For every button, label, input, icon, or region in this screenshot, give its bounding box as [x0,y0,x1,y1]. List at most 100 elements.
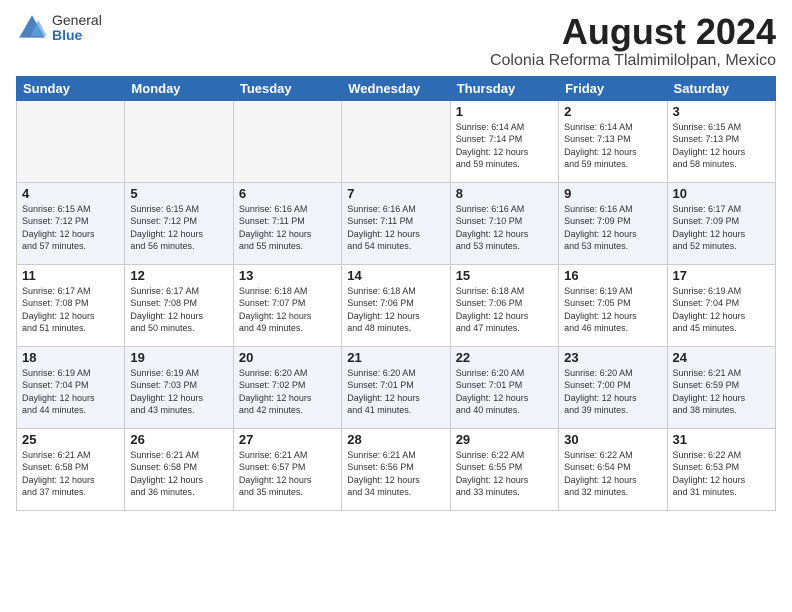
day-cell: 18Sunrise: 6:19 AM Sunset: 7:04 PM Dayli… [17,346,125,428]
day-info: Sunrise: 6:22 AM Sunset: 6:55 PM Dayligh… [456,449,553,499]
day-number: 20 [239,350,336,365]
day-number: 8 [456,186,553,201]
day-number: 21 [347,350,444,365]
day-number: 5 [130,186,227,201]
day-number: 11 [22,268,119,283]
day-info: Sunrise: 6:21 AM Sunset: 6:56 PM Dayligh… [347,449,444,499]
day-number: 2 [564,104,661,119]
day-number: 17 [673,268,770,283]
day-cell: 10 Sunrise: 6:17 AM Sunset: 7:09 PM Dayli… [667,182,775,264]
day-info: Sunrise: 6:20 AM Sunset: 7:00 PM Dayligh… [564,367,661,417]
day-number: 23 [564,350,661,365]
title-block: August 2024 Colonia Reforma Tlalmimilolp… [490,12,776,70]
day-info: Sunrise: 6:21 AM Sunset: 6:59 PM Dayligh… [673,367,770,417]
day-number: 3 [673,104,770,119]
header-row: SundayMondayTuesdayWednesdayThursdayFrid… [17,76,776,100]
day-cell: 4 Sunrise: 6:15 AM Sunset: 7:12 PM Daylig… [17,182,125,264]
day-number: 16 [564,268,661,283]
day-info: Sunrise: 6:20 AM Sunset: 7:01 PM Dayligh… [456,367,553,417]
day-cell: 20 Sunrise: 6:20 AM Sunset: 7:02 PM Dayli… [233,346,341,428]
day-info: Sunrise: 6:15 AM Sunset: 7:13 PM Dayligh… [673,121,770,171]
day-number: 14 [347,268,444,283]
day-number: 9 [564,186,661,201]
day-cell: 29 Sunrise: 6:22 AM Sunset: 6:55 PM Dayli… [450,428,558,510]
week-row-2: 4 Sunrise: 6:15 AM Sunset: 7:12 PM Daylig… [17,182,776,264]
day-cell: 19 Sunrise: 6:19 AM Sunset: 7:03 PM Dayli… [125,346,233,428]
day-cell: 6 Sunrise: 6:16 AM Sunset: 7:11 PM Daylig… [233,182,341,264]
day-info: Sunrise: 6:21 AM Sunset: 6:57 PM Dayligh… [239,449,336,499]
day-info: Sunrise: 6:19 AM Sunset: 7:03 PM Dayligh… [130,367,227,417]
day-cell [342,100,450,182]
day-cell: 11 Sunrise: 6:17 AM Sunset: 7:08 PM Dayli… [17,264,125,346]
page: General Blue August 2024 Colonia Reforma… [0,0,792,519]
day-info: Sunrise: 6:20 AM Sunset: 7:01 PM Dayligh… [347,367,444,417]
day-number: 10 [673,186,770,201]
day-number: 4 [22,186,119,201]
day-cell: 7 Sunrise: 6:16 AM Sunset: 7:11 PM Daylig… [342,182,450,264]
day-cell: 13Sunrise: 6:18 AM Sunset: 7:07 PM Dayli… [233,264,341,346]
week-row-5: 25Sunrise: 6:21 AM Sunset: 6:58 PM Dayli… [17,428,776,510]
day-number: 26 [130,432,227,447]
day-number: 30 [564,432,661,447]
day-info: Sunrise: 6:19 AM Sunset: 7:04 PM Dayligh… [22,367,119,417]
day-cell: 3 Sunrise: 6:15 AM Sunset: 7:13 PM Daylig… [667,100,775,182]
day-cell: 15Sunrise: 6:18 AM Sunset: 7:06 PM Dayli… [450,264,558,346]
day-cell [125,100,233,182]
day-cell: 21 Sunrise: 6:20 AM Sunset: 7:01 PM Dayli… [342,346,450,428]
logo-blue: Blue [52,28,102,43]
day-cell: 2 Sunrise: 6:14 AM Sunset: 7:13 PM Daylig… [559,100,667,182]
day-info: Sunrise: 6:20 AM Sunset: 7:02 PM Dayligh… [239,367,336,417]
day-number: 19 [130,350,227,365]
day-info: Sunrise: 6:19 AM Sunset: 7:04 PM Dayligh… [673,285,770,335]
location: Colonia Reforma Tlalmimilolpan, Mexico [490,52,776,70]
day-cell: 8 Sunrise: 6:16 AM Sunset: 7:10 PM Daylig… [450,182,558,264]
day-info: Sunrise: 6:15 AM Sunset: 7:12 PM Dayligh… [22,203,119,253]
col-header-sunday: Sunday [17,76,125,100]
day-info: Sunrise: 6:16 AM Sunset: 7:11 PM Dayligh… [347,203,444,253]
day-info: Sunrise: 6:15 AM Sunset: 7:12 PM Dayligh… [130,203,227,253]
day-info: Sunrise: 6:16 AM Sunset: 7:09 PM Dayligh… [564,203,661,253]
day-number: 12 [130,268,227,283]
day-info: Sunrise: 6:14 AM Sunset: 7:13 PM Dayligh… [564,121,661,171]
month-year: August 2024 [490,12,776,52]
day-cell: 1Sunrise: 6:14 AM Sunset: 7:14 PM Daylig… [450,100,558,182]
col-header-friday: Friday [559,76,667,100]
day-cell [233,100,341,182]
day-number: 28 [347,432,444,447]
col-header-tuesday: Tuesday [233,76,341,100]
logo-icon [16,12,48,44]
day-info: Sunrise: 6:17 AM Sunset: 7:08 PM Dayligh… [22,285,119,335]
col-header-thursday: Thursday [450,76,558,100]
day-info: Sunrise: 6:21 AM Sunset: 6:58 PM Dayligh… [22,449,119,499]
day-cell: 12 Sunrise: 6:17 AM Sunset: 7:08 PM Dayli… [125,264,233,346]
day-cell: 25Sunrise: 6:21 AM Sunset: 6:58 PM Dayli… [17,428,125,510]
calendar-table: SundayMondayTuesdayWednesdayThursdayFrid… [16,76,776,511]
day-info: Sunrise: 6:16 AM Sunset: 7:11 PM Dayligh… [239,203,336,253]
col-header-saturday: Saturday [667,76,775,100]
day-cell [17,100,125,182]
day-cell: 31 Sunrise: 6:22 AM Sunset: 6:53 PM Dayli… [667,428,775,510]
day-info: Sunrise: 6:16 AM Sunset: 7:10 PM Dayligh… [456,203,553,253]
day-number: 29 [456,432,553,447]
day-cell: 24 Sunrise: 6:21 AM Sunset: 6:59 PM Dayli… [667,346,775,428]
day-number: 7 [347,186,444,201]
day-info: Sunrise: 6:22 AM Sunset: 6:54 PM Dayligh… [564,449,661,499]
day-info: Sunrise: 6:22 AM Sunset: 6:53 PM Dayligh… [673,449,770,499]
logo-general: General [52,13,102,28]
week-row-1: 1Sunrise: 6:14 AM Sunset: 7:14 PM Daylig… [17,100,776,182]
logo: General Blue [16,12,102,44]
day-info: Sunrise: 6:14 AM Sunset: 7:14 PM Dayligh… [456,121,553,171]
day-number: 6 [239,186,336,201]
day-info: Sunrise: 6:17 AM Sunset: 7:09 PM Dayligh… [673,203,770,253]
day-info: Sunrise: 6:19 AM Sunset: 7:05 PM Dayligh… [564,285,661,335]
week-row-4: 18Sunrise: 6:19 AM Sunset: 7:04 PM Dayli… [17,346,776,428]
day-number: 22 [456,350,553,365]
day-cell: 14Sunrise: 6:18 AM Sunset: 7:06 PM Dayli… [342,264,450,346]
day-info: Sunrise: 6:17 AM Sunset: 7:08 PM Dayligh… [130,285,227,335]
day-cell: 9 Sunrise: 6:16 AM Sunset: 7:09 PM Daylig… [559,182,667,264]
day-cell: 26Sunrise: 6:21 AM Sunset: 6:58 PM Dayli… [125,428,233,510]
day-number: 24 [673,350,770,365]
header: General Blue August 2024 Colonia Reforma… [16,12,776,70]
day-number: 31 [673,432,770,447]
logo-text: General Blue [52,13,102,44]
